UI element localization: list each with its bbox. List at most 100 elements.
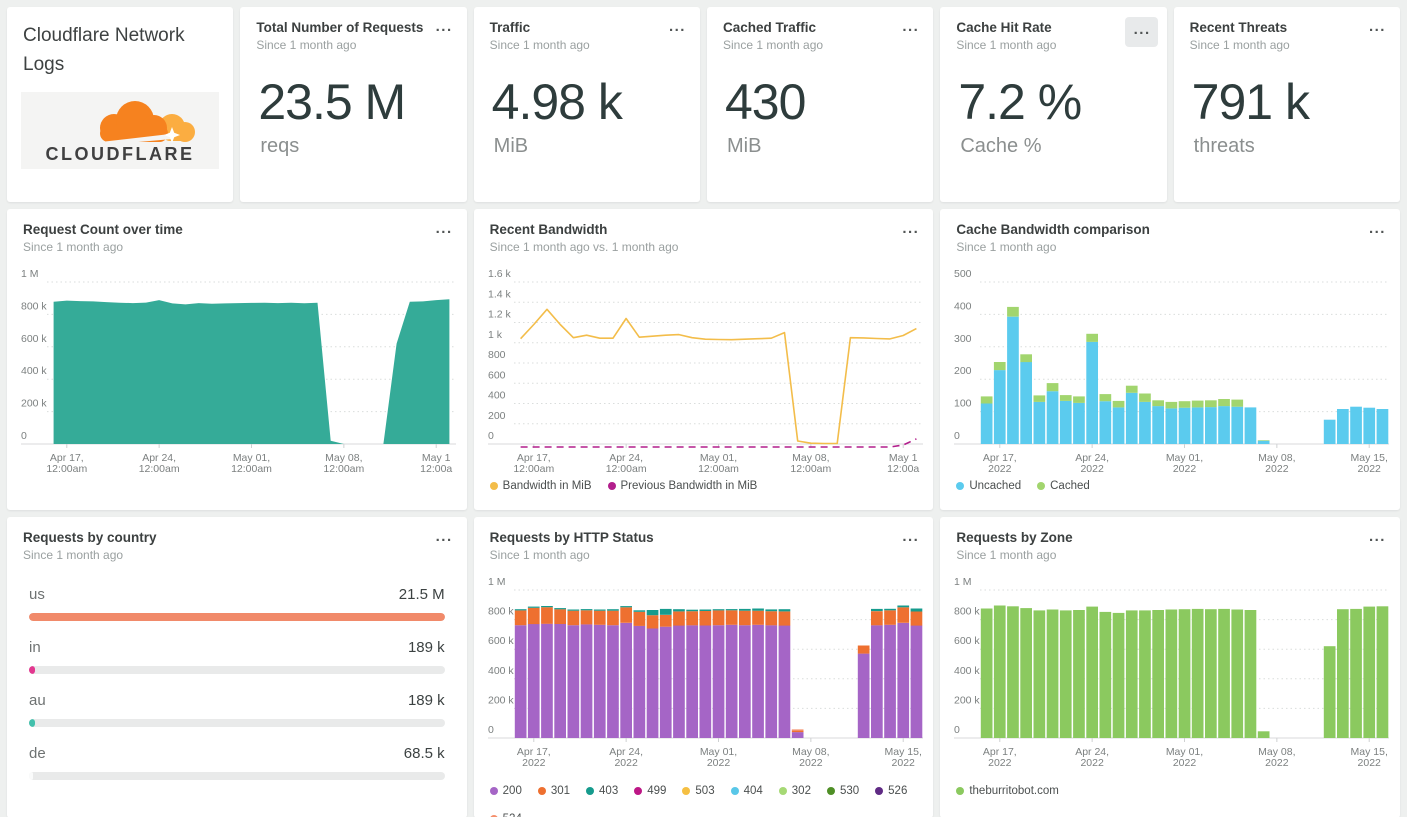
svg-text:200 k: 200 k <box>21 398 47 410</box>
svg-text:2022: 2022 <box>1081 463 1105 475</box>
legend-item: 404 <box>730 785 763 797</box>
legend-dot-icon <box>586 787 595 795</box>
svg-text:400: 400 <box>954 300 972 312</box>
svg-text:1.4 k: 1.4 k <box>488 288 512 300</box>
legend-dot-icon <box>489 787 498 795</box>
legend-item: 301 <box>537 785 570 797</box>
requests-by-zone-chart: 1 M800 k600 k400 k200 k0Apr 17,2022Apr 2… <box>954 576 1390 769</box>
svg-text:2022: 2022 <box>614 757 638 769</box>
dashboard: Cloudflare Network Logs CLOUDFLARE Total… <box>0 0 1407 817</box>
stat-subtitle: Since 1 month ago <box>1189 38 1290 52</box>
svg-text:1.6 k: 1.6 k <box>488 268 512 280</box>
panel-request-count: Request Count over time Since 1 month ag… <box>7 209 467 510</box>
legend-label: 302 <box>791 785 811 797</box>
panel-menu-button[interactable]: ... <box>436 221 453 236</box>
panel-menu-button[interactable]: ... <box>902 529 919 544</box>
brand-card: Cloudflare Network Logs CLOUDFLARE <box>7 7 234 202</box>
svg-text:12:00am: 12:00am <box>698 463 739 475</box>
legend-dot-icon <box>537 787 546 795</box>
panel-menu-button[interactable]: ... <box>902 221 919 236</box>
svg-text:600: 600 <box>488 369 506 381</box>
svg-text:2022: 2022 <box>1081 757 1105 769</box>
legend-dot-icon <box>875 787 884 795</box>
svg-text:2022: 2022 <box>1173 757 1197 769</box>
stat-subtitle: Since 1 month ago <box>722 38 824 52</box>
legend-dot-icon <box>607 482 616 490</box>
panel-recent-bandwidth: Recent Bandwidth Since 1 month ago vs. 1… <box>473 209 934 510</box>
country-bar-fill <box>29 719 35 727</box>
country-bar-track <box>29 772 445 780</box>
svg-text:200: 200 <box>488 410 506 422</box>
legend-item: theburritobot.com <box>956 785 1059 797</box>
panel-menu-button[interactable]: ... <box>1124 17 1158 47</box>
stat-card-traffic: Traffic Since 1 month ago ... 4.98 k MiB <box>473 7 700 202</box>
stat-unit: MiB <box>726 134 762 157</box>
panel-title: Requests by country <box>23 530 157 545</box>
svg-text:2022: 2022 <box>1358 463 1382 475</box>
cloudflare-logo: CLOUDFLARE <box>21 92 220 169</box>
country-value: 189 k <box>407 639 445 656</box>
svg-text:800 k: 800 k <box>21 300 47 312</box>
legend-item: 524 <box>489 813 522 817</box>
panel-title: Requests by Zone <box>956 530 1073 545</box>
svg-text:0: 0 <box>488 724 494 736</box>
country-value: 68.5 k <box>403 745 445 762</box>
panel-menu-button[interactable]: ... <box>436 19 453 34</box>
panel-menu-button[interactable]: ... <box>902 19 919 34</box>
svg-text:400 k: 400 k <box>21 365 47 377</box>
legend-dot-icon <box>778 787 787 795</box>
legend-label: 530 <box>839 785 860 797</box>
svg-text:2022: 2022 <box>1266 757 1290 769</box>
legend-item: 499 <box>634 785 666 797</box>
country-row: in 189 k <box>29 639 445 674</box>
svg-text:12:00am: 12:00am <box>605 463 646 475</box>
cloudflare-logo-icon: CLOUDFLARE <box>46 100 196 164</box>
legend-dot-icon <box>634 787 643 795</box>
stat-unit: reqs <box>260 134 300 157</box>
stat-value: 4.98 k <box>491 74 623 130</box>
svg-text:2022: 2022 <box>706 757 730 769</box>
panel-menu-button[interactable]: ... <box>1369 221 1386 236</box>
panel-menu-button[interactable]: ... <box>436 529 453 544</box>
panel-menu-button[interactable]: ... <box>1369 19 1386 34</box>
legend-label: 526 <box>888 785 908 797</box>
legend-item: 200 <box>489 785 522 797</box>
svg-text:12:00am: 12:00am <box>231 463 272 475</box>
stat-card-recent-threats: Recent Threats Since 1 month ago ... 791… <box>1173 7 1400 202</box>
panel-menu-button[interactable]: ... <box>669 19 686 34</box>
legend-item: 302 <box>778 785 811 797</box>
http-status-chart: 1 M800 k600 k400 k200 k0Apr 17,2022Apr 2… <box>487 576 923 769</box>
panel-subtitle: Since 1 month ago <box>23 240 124 254</box>
panel-menu-button[interactable]: ... <box>1369 529 1386 544</box>
legend-dot-icon <box>956 482 965 490</box>
panel-requests-by-zone: Requests by Zone Since 1 month ago ... 1… <box>940 517 1400 817</box>
svg-text:600 k: 600 k <box>21 333 47 345</box>
country-row: de 68.5 k <box>29 745 445 780</box>
svg-text:12:00am: 12:00am <box>46 463 87 475</box>
country-list: us 21.5 M in 189 k au 189 k de 68.5 k <box>7 562 467 780</box>
legend-label: 403 <box>599 785 619 797</box>
svg-text:12:00am: 12:00am <box>790 463 831 475</box>
country-label: in <box>29 639 41 656</box>
legend-label: Uncached <box>969 480 1022 492</box>
svg-text:12:00am: 12:00am <box>513 463 554 475</box>
panel-title: Request Count over time <box>23 222 183 237</box>
country-label: de <box>29 745 46 762</box>
stat-unit: threats <box>1193 134 1255 157</box>
stat-title: Total Number of Requests <box>256 20 424 35</box>
panel-requests-by-country: Requests by country Since 1 month ago ..… <box>7 517 467 817</box>
country-bar-track <box>29 613 445 621</box>
legend-label: Previous Bandwidth in MiB <box>620 480 758 492</box>
legend-label: 503 <box>695 785 715 797</box>
country-bar-fill <box>29 772 33 780</box>
stat-subtitle: Since 1 month ago <box>956 38 1057 52</box>
svg-text:1.2 k: 1.2 k <box>488 309 512 321</box>
svg-text:2022: 2022 <box>891 757 915 769</box>
legend-item: 530 <box>826 785 860 797</box>
legend-dot-icon <box>682 787 691 795</box>
stat-value: 430 <box>724 74 806 130</box>
chart-legend: 200 301 403 499 503 404 302 530 526 524 <box>474 783 934 817</box>
country-value: 21.5 M <box>398 586 445 603</box>
svg-text:800 k: 800 k <box>488 606 514 618</box>
country-bar-track <box>29 666 445 674</box>
